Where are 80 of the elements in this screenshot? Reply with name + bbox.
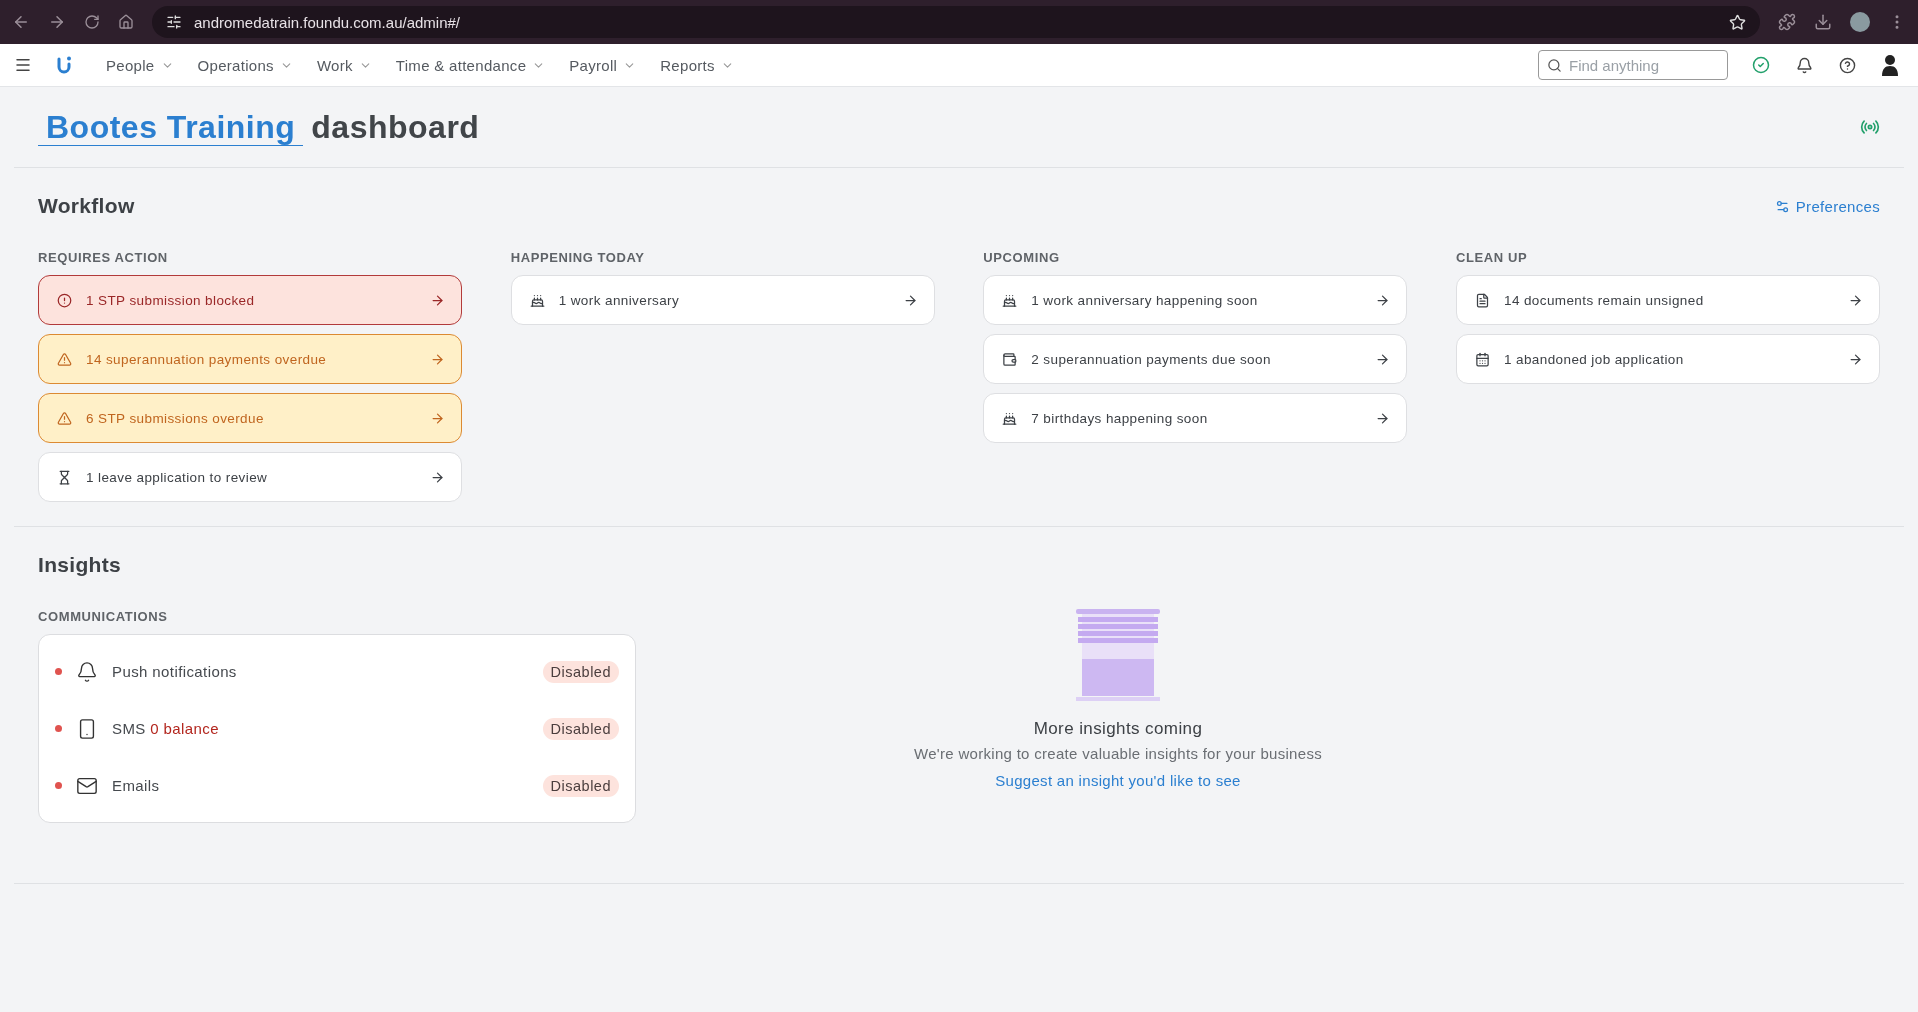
document-icon [1474,292,1490,308]
column-heading: UPCOMING [983,250,1061,265]
warning-icon [57,410,72,426]
preferences-link[interactable]: Preferences [1774,197,1880,215]
status-badge: Disabled [542,660,619,683]
address-bar[interactable]: andromedatrain.foundu.com.au/admin#/ [152,6,1760,38]
arrow-icon [430,469,445,485]
nav-menu[interactable]: Time & attendance [383,47,558,83]
cake-icon [1002,292,1018,308]
column-heading: HAPPENING TODAY [510,250,646,265]
site-settings-icon[interactable] [166,14,182,30]
company-link[interactable]: Bootes Training [38,108,304,146]
workflow-card[interactable]: 2 superannuation payments due soon [983,334,1408,384]
arrow-icon [430,351,445,367]
status-dot [55,668,62,675]
bookmark-star-icon[interactable] [1729,13,1746,31]
sliders-icon [1774,198,1790,214]
wallet-icon [1002,351,1018,367]
workflow-card[interactable]: 14 documents remain unsigned [1455,275,1880,325]
notifications-icon[interactable] [1796,56,1813,74]
arrow-icon [1375,351,1391,367]
workflow-card[interactable]: 14 superannuation payments overdue [38,334,462,384]
download-icon[interactable] [1814,13,1832,31]
suggest-insight-link[interactable]: Suggest an insight you'd like to see [995,772,1241,789]
warning-icon [57,351,72,367]
column-heading: REQUIRES ACTION [38,250,169,265]
menu-icon[interactable] [14,56,32,74]
workflow-card[interactable]: 7 birthdays happening soon [983,393,1408,443]
broadcast-icon [1860,117,1880,137]
nav-menu[interactable]: Reports [648,47,746,83]
home-icon[interactable] [118,14,134,30]
profile-avatar[interactable] [1850,12,1870,32]
channel-label: Push notifications [112,663,238,680]
arrow-icon [430,292,445,308]
channel-label: SMS 0 balance [112,720,220,737]
forward-icon[interactable] [48,13,66,31]
reload-icon[interactable] [84,14,100,30]
workflow-card[interactable]: 1 abandoned job application [1455,334,1880,384]
workflow-card[interactable]: 1 work anniversary happening soon [983,275,1408,325]
url-text: andromedatrain.foundu.com.au/admin#/ [194,13,461,31]
workflow-card[interactable]: 1 STP submission blocked [38,275,462,325]
nav-menu[interactable]: Operations [185,47,305,83]
search-field[interactable]: Find anything [1538,50,1728,80]
status-badge: Disabled [542,717,619,740]
nav-menu[interactable]: People [94,47,186,83]
cake-icon [529,292,545,308]
calendar-icon [1474,351,1490,367]
workflow-card[interactable]: 1 work anniversary [510,275,935,325]
arrow-icon [1375,292,1391,308]
logo-icon[interactable] [56,55,72,75]
arrow-icon [430,410,445,426]
hourglass-icon [57,469,72,485]
status-badge: Disabled [542,774,619,797]
empty-state-text: We're working to create valuable insights for your business [914,745,1322,762]
section-title: Insights [38,553,122,577]
column-heading: COMMUNICATIONS [38,609,169,624]
page-title: Bootes Training dashboard [38,108,480,146]
bell-icon [76,660,98,683]
check-circle-icon[interactable] [1752,56,1770,74]
nav-menu[interactable]: Payroll [557,47,649,83]
status-dot [55,782,62,789]
search-icon [1547,58,1562,73]
arrow-icon [902,292,918,308]
arrow-icon [1847,292,1863,308]
nav-menu[interactable]: Work [304,47,384,83]
back-icon[interactable] [12,13,30,31]
workflow-card[interactable]: 1 leave application to review [38,452,462,502]
help-icon[interactable] [1839,56,1856,74]
empty-state-title: More insights coming [1033,719,1203,739]
user-silhouette-icon[interactable] [1882,54,1898,76]
section-title: Workflow [38,194,135,218]
arrow-icon [1847,351,1863,367]
column-heading: CLEAN UP [1455,250,1529,265]
status-dot [55,725,62,732]
extensions-icon[interactable] [1778,13,1796,31]
alert-icon [57,292,72,308]
channel-label: Emails [112,777,161,794]
arrow-icon [1375,410,1391,426]
workflow-card[interactable]: 6 STP submissions overdue [38,393,462,443]
cake-icon [1002,410,1018,426]
